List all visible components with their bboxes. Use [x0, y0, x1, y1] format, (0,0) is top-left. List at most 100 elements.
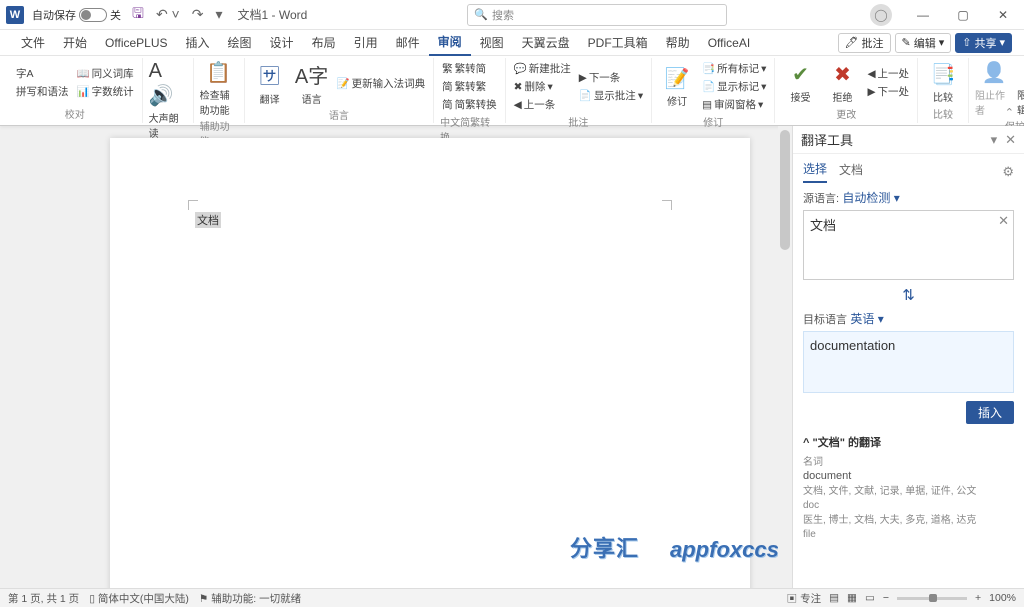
tab-tianyi[interactable]: 天翼云盘 — [513, 30, 579, 55]
source-lang-dropdown[interactable]: 自动检测 ▾ — [842, 191, 899, 205]
tab-layout[interactable]: 布局 — [303, 30, 345, 55]
tab-help[interactable]: 帮助 — [657, 30, 699, 55]
tab-officeplus[interactable]: OfficePLUS — [96, 32, 176, 54]
update-ime-button[interactable]: 📝 更新输入法词典 — [335, 75, 428, 92]
tab-insert[interactable]: 插入 — [177, 30, 219, 55]
panel-tab-document[interactable]: 文档 — [839, 161, 863, 182]
accept-button[interactable]: ✔接受 — [781, 62, 819, 104]
vertical-scrollbar[interactable] — [778, 126, 792, 588]
document-page[interactable]: 文档 — [110, 138, 750, 588]
share-button[interactable]: ⇧ 共享 ▾ — [955, 33, 1012, 53]
group-language: 🈂翻译 A字语言 📝 更新输入法词典 语言 — [245, 58, 435, 123]
restrict-editing-button[interactable]: 🔒限制编辑 — [1017, 60, 1024, 117]
prev-comment-button[interactable]: ◀ 上一条 — [512, 96, 573, 113]
simp-to-trad-button[interactable]: 繁 繁转简 — [440, 60, 499, 77]
language-button[interactable]: A字语言 — [293, 60, 331, 106]
tab-home[interactable]: 开始 — [54, 30, 96, 55]
tab-draw[interactable]: 绘图 — [219, 30, 261, 55]
target-text-box[interactable]: documentation — [803, 331, 1014, 393]
panel-header: 翻译工具 ▾ ✕ — [793, 126, 1024, 154]
dict-heading: ^ "文档" 的翻译 — [803, 434, 1014, 450]
save-icon[interactable]: 🖫 — [129, 1, 147, 29]
target-lang-label: 目标语言 — [803, 314, 847, 326]
tab-design[interactable]: 设计 — [261, 30, 303, 55]
view-web-icon[interactable]: ▦ — [847, 592, 857, 604]
maximize-button[interactable]: ▢ — [948, 2, 978, 28]
undo-icon[interactable]: ↶ ˅ — [153, 4, 183, 25]
trad-to-simp-button[interactable]: 简 繁转繁 — [440, 78, 499, 95]
dictionary-section: ^ "文档" 的翻译 名词 document 文档, 文件, 文献, 记录, 单… — [803, 432, 1014, 542]
dict-entry-3-word[interactable]: file — [803, 529, 1014, 540]
selected-text[interactable]: 文档 — [195, 212, 221, 228]
font-check-button[interactable]: 字A — [14, 65, 71, 82]
editing-mode-button[interactable]: ✎ 编辑 ▾ — [895, 33, 952, 53]
minimize-button[interactable]: — — [908, 2, 938, 28]
source-text-box[interactable]: 文档 ✕ — [803, 210, 1014, 280]
translate-icon: 🈂 — [260, 60, 280, 89]
tab-officeai[interactable]: OfficeAI — [699, 32, 759, 54]
reject-button[interactable]: ✖拒绝 — [823, 62, 861, 104]
next-change-button[interactable]: ▶ 下一处 — [865, 83, 911, 100]
panel-settings-icon[interactable]: ⚙ — [1002, 164, 1014, 180]
show-markup-button[interactable]: 📄 显示标记 ▾ — [700, 78, 768, 95]
view-print-icon[interactable]: ▤ — [829, 592, 839, 604]
spelling-button[interactable]: 拼写和语法 — [14, 83, 71, 100]
comments-button[interactable]: 🖊 批注 — [838, 33, 891, 53]
simptrad-convert-button[interactable]: 简 简繁转换 — [440, 96, 499, 113]
dict-entry-1-back: 文档, 文件, 文献, 记录, 单据, 证件, 公文 — [803, 482, 1014, 497]
next-comment-button[interactable]: ▶ 下一条 — [577, 69, 645, 86]
page-indicator[interactable]: 第 1 页, 共 1 页 — [8, 591, 79, 606]
zoom-out-button[interactable]: − — [883, 592, 889, 604]
panel-close-icon[interactable]: ✕ — [1005, 132, 1016, 148]
close-button[interactable]: ✕ — [988, 2, 1018, 28]
search-box[interactable]: 🔍 搜索 — [467, 4, 727, 26]
wordcount-button[interactable]: 📊 字数统计 — [75, 83, 136, 100]
swap-languages-button[interactable]: ⇅ — [803, 284, 1014, 306]
document-scroll-area[interactable]: 文档 分享汇 appfoxccs.com — [0, 126, 778, 588]
collapse-ribbon-icon[interactable]: ⌃ — [1005, 106, 1014, 119]
reviewing-pane-button[interactable]: ▤ 审阅窗格 ▾ — [700, 96, 768, 113]
group-tracking: 📝修订 📑 所有标记 ▾ 📄 显示标记 ▾ ▤ 审阅窗格 ▾ 修订 — [652, 58, 775, 123]
globe-icon: A字 — [295, 60, 328, 89]
redo-icon[interactable]: ↷ — [189, 4, 207, 25]
translate-button[interactable]: 🈂翻译 — [251, 60, 289, 106]
focus-mode-button[interactable]: ▣ 专注 — [787, 591, 821, 606]
account-avatar[interactable]: ◯ — [870, 4, 892, 26]
check-accessibility-button[interactable]: 📋检查辅助功能 — [200, 60, 238, 117]
tab-view[interactable]: 视图 — [471, 30, 513, 55]
workspace: 文档 分享汇 appfoxccs.com 翻译工具 ▾ ✕ 选择 文档 ⚙ 源语… — [0, 126, 1024, 588]
view-read-icon[interactable]: ▭ — [865, 592, 875, 604]
ribbon: 字A 拼写和语法 📖 同义词库 📊 字数统计 校对 A🔊大声朗读 语音 📋检查辅… — [0, 56, 1024, 126]
new-comment-button[interactable]: 💬 新建批注 — [512, 60, 573, 77]
zoom-in-button[interactable]: + — [975, 592, 981, 604]
panel-tab-selection[interactable]: 选择 — [803, 160, 827, 183]
language-indicator[interactable]: ▯ 简体中文(中国大陆) — [89, 591, 189, 606]
dict-entry-1-word[interactable]: document — [803, 470, 1014, 482]
delete-comment-button[interactable]: ✖ 删除 ▾ — [512, 78, 573, 95]
markup-dropdown[interactable]: 📑 所有标记 ▾ — [700, 60, 768, 77]
qat-more-icon[interactable]: ▾ — [212, 4, 225, 25]
tab-mailings[interactable]: 邮件 — [387, 30, 429, 55]
tab-file[interactable]: 文件 — [12, 30, 54, 55]
toggle-switch-icon[interactable] — [79, 8, 107, 22]
tab-pdftools[interactable]: PDF工具箱 — [579, 30, 657, 55]
group-accessibility: 📋检查辅助功能 辅助功能 — [194, 58, 245, 123]
zoom-value[interactable]: 100% — [989, 592, 1016, 604]
prev-change-button[interactable]: ◀ 上一处 — [865, 65, 911, 82]
tab-review[interactable]: 审阅 — [429, 29, 471, 56]
compare-button[interactable]: 📑比较 — [924, 62, 962, 104]
dict-entry-2-word[interactable]: doc — [803, 500, 1014, 511]
zoom-slider[interactable] — [897, 597, 967, 600]
autosave-toggle[interactable]: 自动保存 关 — [32, 7, 121, 23]
clear-source-icon[interactable]: ✕ — [998, 213, 1009, 229]
accessibility-indicator[interactable]: ⚑ 辅助功能: 一切就绪 — [199, 591, 301, 606]
track-changes-button[interactable]: 📝修订 — [658, 66, 696, 108]
target-lang-dropdown[interactable]: 英语 ▾ — [850, 312, 883, 326]
panel-dropdown-icon[interactable]: ▾ — [991, 132, 998, 148]
show-comments-button[interactable]: 📄 显示批注 ▾ — [577, 87, 645, 104]
insert-button[interactable]: 插入 — [966, 401, 1014, 424]
thesaurus-button[interactable]: 📖 同义词库 — [75, 65, 136, 82]
panel-tabs: 选择 文档 ⚙ — [793, 154, 1024, 183]
tab-references[interactable]: 引用 — [345, 30, 387, 55]
compare-icon: 📑 — [931, 62, 956, 87]
